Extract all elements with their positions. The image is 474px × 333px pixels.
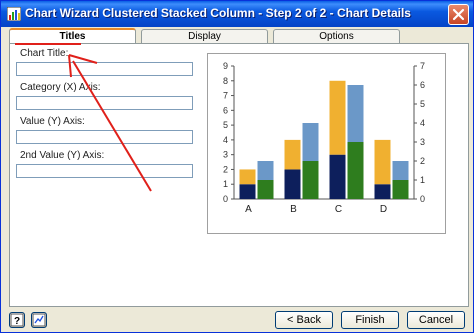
annotation-arrow-head: [68, 54, 98, 78]
chart-small-icon: [32, 313, 46, 327]
chart-icon-button[interactable]: [31, 312, 47, 328]
help-button[interactable]: ?: [9, 312, 25, 328]
cancel-button[interactable]: Cancel: [407, 311, 465, 329]
annotation-arrow: [15, 43, 152, 192]
button-bar: ? < Back Finish Cancel: [1, 307, 473, 333]
help-icon: ?: [10, 313, 24, 327]
annotation-arrow-shaft: [72, 60, 152, 192]
chart-wizard-window: Chart Wizard Clustered Stacked Column - …: [0, 0, 474, 333]
svg-text:?: ?: [14, 316, 20, 327]
finish-button[interactable]: Finish: [341, 311, 399, 329]
back-button[interactable]: < Back: [275, 311, 333, 329]
